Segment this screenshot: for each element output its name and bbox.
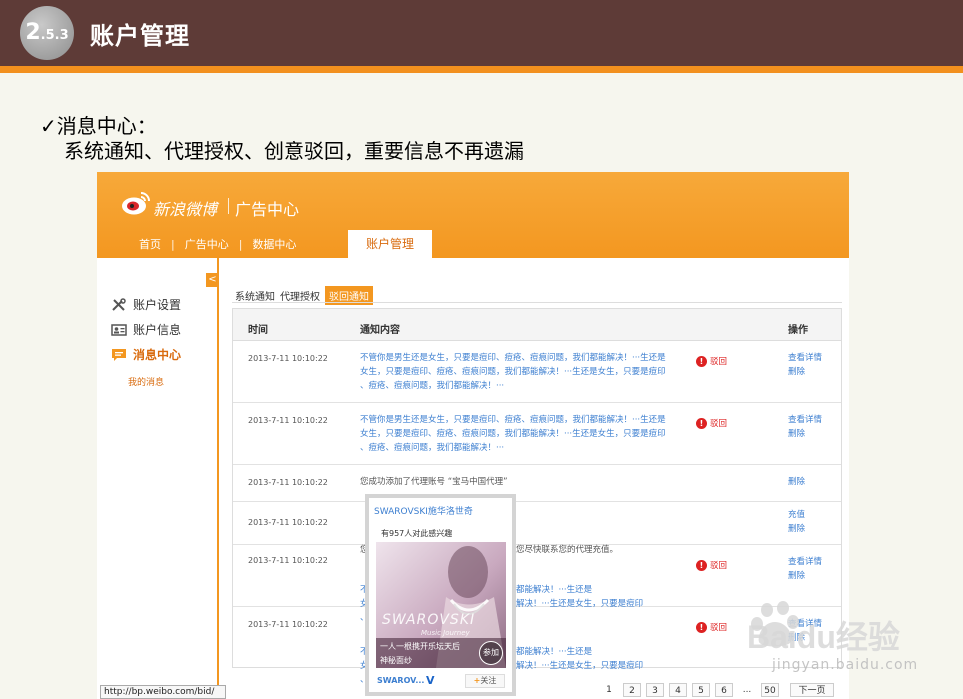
nav-account-management[interactable]: 账户管理 bbox=[348, 230, 432, 258]
ad-popup-title[interactable]: SWAROVSKI施华洛世奇 bbox=[374, 504, 473, 517]
view-details-link[interactable]: 查看详情 bbox=[788, 413, 822, 427]
pagination: 1 2 3 4 5 6 ... 50 下一页 bbox=[600, 683, 834, 697]
notice-text[interactable]: 不管你是男生还是女生，只要是痘印、痘疮、痘痕问题，我们都能解决！···生还是 女生… bbox=[360, 413, 688, 455]
table-row: 2013-7-11 10:10:22 不管你是男生还是女生，只要是痘印、痘疮、痘… bbox=[233, 404, 841, 465]
row-operations: 充值 删除 bbox=[788, 508, 805, 536]
delete-link[interactable]: 删除 bbox=[788, 365, 822, 379]
delete-link[interactable]: 删除 bbox=[788, 475, 805, 489]
row-operations: 查看详情 删除 bbox=[788, 351, 822, 379]
page-1[interactable]: 1 bbox=[600, 683, 618, 697]
follow-button[interactable]: +关注 bbox=[465, 674, 505, 688]
ad-popup: SWAROVSKI施华洛世奇 有957人对此感兴趣 SWAROVSKI Musi… bbox=[365, 494, 516, 696]
active-nav-holder: 账户管理 bbox=[97, 230, 849, 258]
page-4[interactable]: 4 bbox=[669, 683, 687, 697]
tools-icon bbox=[112, 297, 126, 311]
tab-system-notice[interactable]: 系统通知 bbox=[235, 288, 275, 303]
tab-underline bbox=[232, 302, 842, 303]
sidebar-item-account-info[interactable]: 账户信息 bbox=[111, 321, 181, 338]
delete-link[interactable]: 删除 bbox=[788, 427, 822, 441]
brand-name: 新浪微博 bbox=[153, 200, 218, 219]
message-icon bbox=[112, 348, 126, 361]
ad-image-tagline: Music Journey bbox=[421, 629, 470, 637]
ad-center-header: 新浪微博 广告中心 首页 | 广告中心 | 数据中心 账户管理 bbox=[97, 172, 849, 258]
slide-title: 账户管理 bbox=[90, 22, 190, 50]
tab-agency-authorization[interactable]: 代理授权 bbox=[280, 288, 320, 303]
alert-icon: ! bbox=[696, 355, 707, 367]
watermark-brand: Baidu经验 bbox=[747, 619, 900, 655]
row-operations: 查看详情 删除 bbox=[788, 555, 822, 583]
ad-caption-line2: 神秘面纱 bbox=[380, 656, 412, 665]
weibo-logo-icon bbox=[122, 192, 150, 215]
recharge-link[interactable]: 充值 bbox=[788, 508, 805, 522]
page-ellipsis: ... bbox=[742, 685, 752, 695]
browser-status-bar: http://bp.weibo.com/bid/ bbox=[100, 685, 226, 699]
page-3[interactable]: 3 bbox=[646, 683, 664, 697]
reject-badge: ! 驳回 bbox=[696, 355, 727, 367]
alert-icon: ! bbox=[696, 559, 707, 571]
table-row: 2013-7-11 10:10:22 您 额，建议您尽快联系您的代理充值。 充值… bbox=[233, 503, 841, 555]
id-card-icon bbox=[111, 323, 127, 336]
alert-icon: ! bbox=[696, 621, 707, 633]
reject-badge: ! 驳回 bbox=[696, 621, 727, 633]
page-50[interactable]: 50 bbox=[761, 683, 779, 697]
sidebar-item-account-settings[interactable]: 账户设置 bbox=[111, 296, 181, 313]
reject-badge: ! 驳回 bbox=[696, 417, 727, 429]
delete-link[interactable]: 删除 bbox=[788, 569, 822, 583]
sidebar-collapse-button[interactable]: < bbox=[206, 273, 219, 287]
brand-subtitle: 广告中心 bbox=[235, 200, 300, 219]
notice-text[interactable]: 不管你是男生还是女生，只要是痘印、痘疮、痘痕问题，我们都能解决！···生还是 女生… bbox=[360, 351, 688, 393]
notice-text: 您成功添加了代理账号 “宝马中国代理” bbox=[360, 477, 508, 487]
page-2[interactable]: 2 bbox=[623, 683, 641, 697]
page-5[interactable]: 5 bbox=[692, 683, 710, 697]
view-details-link[interactable]: 查看详情 bbox=[788, 351, 822, 365]
ad-foot-brand[interactable]: SWAROV... bbox=[377, 676, 424, 685]
sidebar-subitem-my-messages[interactable]: 我的消息 bbox=[128, 375, 164, 388]
view-details-link[interactable]: 查看详情 bbox=[788, 555, 822, 569]
join-button[interactable]: 参加 bbox=[479, 641, 503, 665]
table-header: 时间 通知内容 操作 bbox=[233, 309, 841, 341]
reject-badge: ! 驳回 bbox=[696, 559, 727, 571]
slide-header-stripe bbox=[0, 66, 963, 73]
next-page-button[interactable]: 下一页 bbox=[790, 683, 834, 697]
row-operations: 删除 bbox=[788, 475, 805, 489]
sidebar-item-message-center[interactable]: 消息中心 bbox=[111, 346, 181, 363]
table-row: 2013-7-11 10:10:22 您成功添加了代理账号 “宝马中国代理” 删… bbox=[233, 466, 841, 502]
alert-icon: ! bbox=[696, 417, 707, 429]
check-icon: ✓ bbox=[40, 114, 57, 138]
ad-interest-count: 有957人对此感兴趣 bbox=[381, 529, 453, 538]
row-operations: 查看详情 删除 bbox=[788, 413, 822, 441]
table-row: 2013-7-11 10:10:22 不管你是男生还是女生，只要是痘印、痘疮、痘… bbox=[233, 342, 841, 403]
brand-divider bbox=[228, 198, 229, 214]
column-header-ops: 操作 bbox=[788, 325, 808, 336]
watermark-url: jingyan.baidu.com bbox=[772, 657, 919, 673]
bullet-subtext: 系统通知、代理授权、创意驳回，重要信息不再遗漏 bbox=[64, 139, 524, 163]
delete-link[interactable]: 删除 bbox=[788, 522, 805, 536]
verified-icon: V bbox=[426, 674, 435, 687]
ad-caption-line1: 一人一根携开乐坛天后 bbox=[380, 642, 460, 651]
page-6[interactable]: 6 bbox=[715, 683, 733, 697]
column-header-time: 时间 bbox=[248, 325, 268, 336]
column-header-content: 通知内容 bbox=[360, 325, 400, 336]
ad-image[interactable]: SWAROVSKI Music Journey 一人一根携开乐坛天后 神秘面纱 … bbox=[376, 542, 506, 668]
ad-image-brand: SWAROVSKI bbox=[382, 612, 476, 628]
section-number-badge: 2.5.3 bbox=[20, 6, 74, 60]
